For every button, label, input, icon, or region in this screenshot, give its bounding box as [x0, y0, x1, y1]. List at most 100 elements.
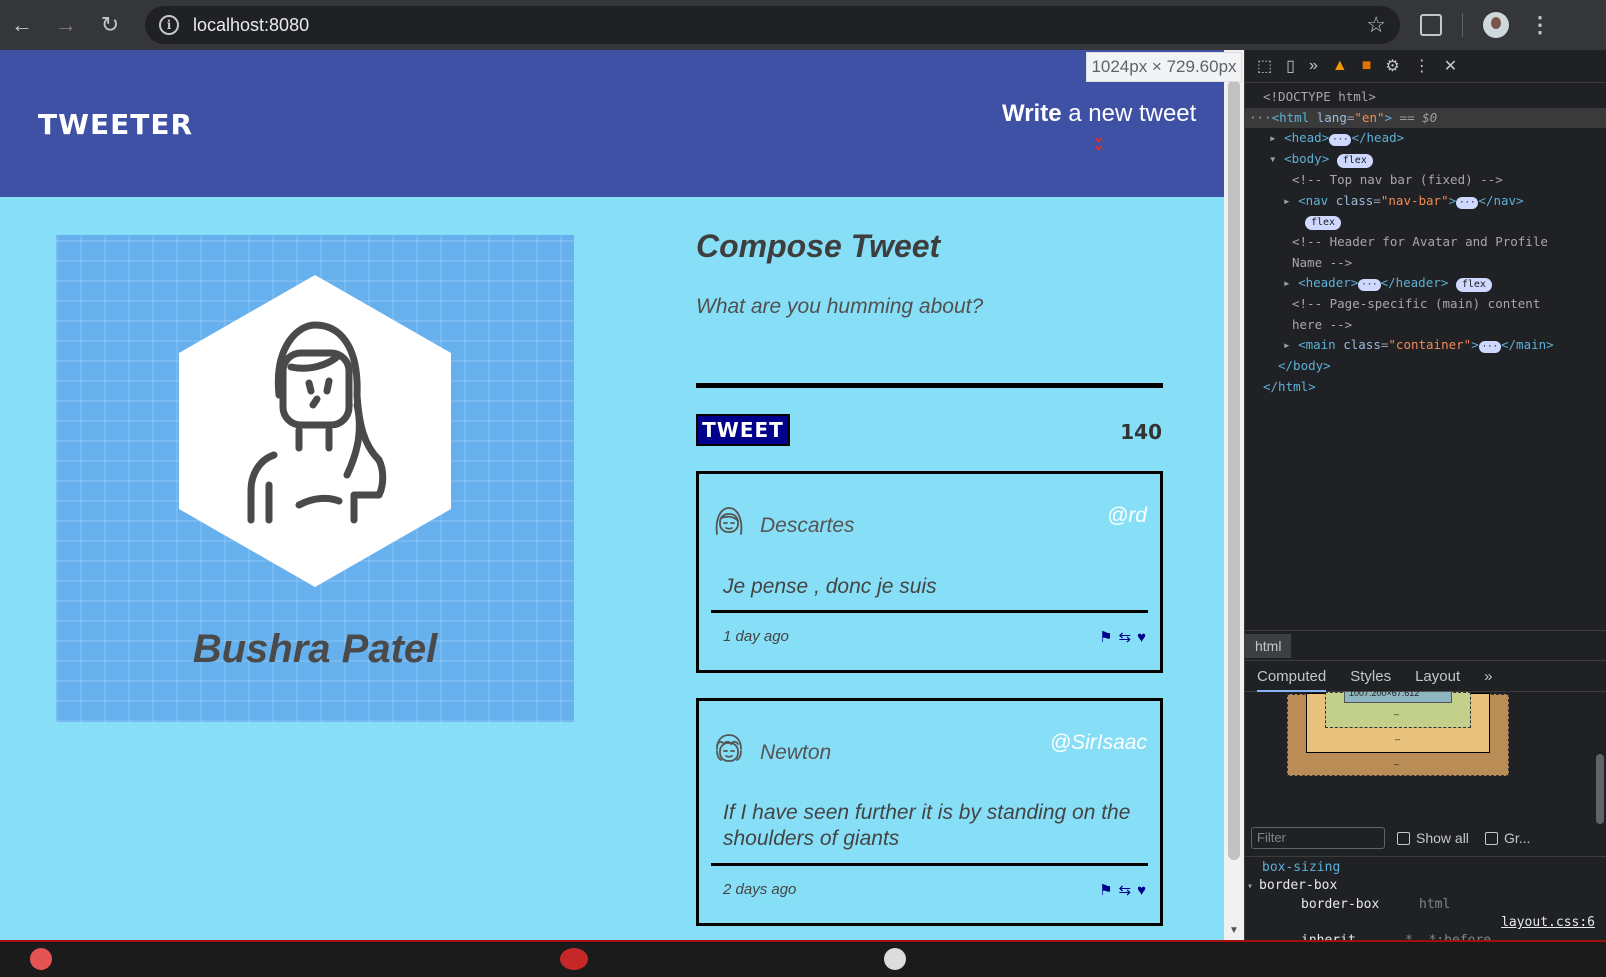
- scrollbar-thumb[interactable]: [1228, 80, 1240, 860]
- tree-line[interactable]: ▸ <header> ··· </header> flex: [1245, 273, 1606, 294]
- address-bar[interactable]: i localhost:8080 ☆: [145, 6, 1400, 44]
- source-link[interactable]: layout.css:6: [1245, 914, 1606, 932]
- checkbox-box[interactable]: [1397, 831, 1410, 845]
- box-model-padding: 1007.200×67.612 –: [1325, 688, 1471, 728]
- tree-line[interactable]: </body>: [1245, 356, 1606, 377]
- property-name[interactable]: box-sizing: [1245, 859, 1606, 877]
- tweet-card: Newton @SirIsaac If I have seen further …: [696, 698, 1163, 926]
- more-tabs-icon[interactable]: »: [1309, 57, 1318, 75]
- brand-logo[interactable]: TWEETER: [38, 108, 193, 141]
- checkbox-box[interactable]: [1485, 831, 1498, 845]
- tree-line[interactable]: ▾ <body> flex: [1245, 149, 1606, 170]
- heart-icon[interactable]: ♥: [1137, 629, 1146, 646]
- arrow-right-icon[interactable]: →: [44, 3, 88, 47]
- tweet-timestamp: 1 day ago: [723, 628, 789, 645]
- retweet-icon[interactable]: ⇆: [1119, 881, 1132, 899]
- page-scrollbar[interactable]: ▼: [1224, 50, 1244, 940]
- elements-tree: <!DOCTYPE html> ···<html lang="en"> == $…: [1245, 83, 1606, 398]
- retweet-icon[interactable]: ⇆: [1119, 628, 1132, 646]
- tree-line[interactable]: flex: [1245, 211, 1606, 232]
- show-all-checkbox[interactable]: Show all: [1397, 830, 1469, 846]
- property-detail: border-box html: [1245, 896, 1606, 914]
- tweet-text: If I have seen further it is by standing…: [723, 801, 1131, 850]
- tree-line[interactable]: ▸ <main class="container"> ··· </main>: [1245, 335, 1606, 356]
- filter-input[interactable]: Filter: [1251, 827, 1385, 849]
- tweet-card: Descartes @rd Je pense , donc je suis 1 …: [696, 471, 1163, 673]
- site-info-icon[interactable]: i: [159, 15, 179, 35]
- settings-icon[interactable]: ⚙: [1385, 56, 1399, 76]
- tweet-author-name: Descartes: [760, 514, 855, 537]
- breadcrumb: html: [1245, 630, 1606, 660]
- profile-avatar-icon[interactable]: [1483, 12, 1509, 38]
- more-tabs-icon[interactable]: »: [1484, 668, 1492, 685]
- group-label: Gr...: [1504, 830, 1531, 846]
- tree-line[interactable]: <!-- Top nav bar (fixed) -->: [1245, 170, 1606, 191]
- write-bold: Write: [1002, 100, 1062, 127]
- address-url[interactable]: localhost:8080: [193, 15, 309, 36]
- taskbar-app-icon[interactable]: [30, 948, 52, 970]
- tree-line[interactable]: ▸ <nav class="nav-bar"> ··· </nav>: [1245, 191, 1606, 212]
- close-icon[interactable]: ✕: [1444, 56, 1457, 76]
- box-model-size: 1007.200×67.612: [1349, 688, 1420, 698]
- tweet-actions: ⚑ ⇆ ♥: [1099, 628, 1146, 647]
- tweet-actions: ⚑ ⇆ ♥: [1099, 881, 1146, 900]
- divider: [1462, 13, 1463, 37]
- tweet-divider: [711, 863, 1148, 866]
- box-model-value: –: [1395, 734, 1401, 744]
- group-checkbox[interactable]: Gr...: [1485, 830, 1530, 846]
- user-face-icon: [716, 734, 742, 762]
- tweet-divider: [711, 610, 1148, 613]
- tab-styles[interactable]: Styles: [1350, 668, 1391, 685]
- devtools-toolbar: ⬚ ▯ » ▲ ■ ⚙ ⋮ ✕: [1245, 50, 1606, 83]
- tweet-author-handle: @rd: [1107, 504, 1147, 527]
- breadcrumb-html[interactable]: html: [1245, 633, 1292, 658]
- tree-line[interactable]: ▸ <head> ··· </head>: [1245, 128, 1606, 149]
- star-icon[interactable]: ☆: [1366, 12, 1386, 38]
- devtools-panel: ⬚ ▯ » ▲ ■ ⚙ ⋮ ✕ <!DOCTYPE html> ···<html…: [1244, 50, 1606, 948]
- browser-toolbar: ← → ↻ i localhost:8080 ☆ ⋮: [0, 0, 1606, 50]
- double-chevron-down-icon[interactable]: ⌄ ⌄: [1092, 130, 1105, 154]
- box-model-value: –: [1394, 709, 1400, 719]
- scroll-down-icon[interactable]: ▼: [1229, 925, 1239, 936]
- flag-icon[interactable]: ⚑: [1099, 628, 1112, 646]
- tab-computed[interactable]: Computed: [1257, 668, 1327, 692]
- tree-line[interactable]: </html>: [1245, 377, 1606, 398]
- flag-icon[interactable]: ⚑: [1099, 881, 1112, 899]
- computed-property: box-sizing ▾ border-box border-box html …: [1245, 856, 1606, 950]
- reload-icon[interactable]: ↻: [88, 3, 132, 47]
- box-model-border: 1007.200×67.612 – –: [1306, 688, 1490, 753]
- tree-line[interactable]: Name -->: [1245, 253, 1606, 274]
- scrollbar-thumb[interactable]: [1596, 754, 1604, 824]
- tree-line[interactable]: <!DOCTYPE html>: [1245, 87, 1606, 108]
- heart-icon[interactable]: ♥: [1137, 882, 1146, 899]
- tab-layout[interactable]: Layout: [1415, 668, 1460, 685]
- page-viewport: TWEETER Write a new tweet ⌄ ⌄ Bushra Pate…: [0, 50, 1224, 940]
- extensions-icon[interactable]: [1420, 14, 1442, 36]
- property-value-row[interactable]: ▾ border-box: [1245, 877, 1606, 896]
- compose-title: Compose Tweet: [696, 228, 941, 264]
- tweet-textarea[interactable]: What are you humming about?: [696, 295, 1162, 319]
- more-options-icon[interactable]: ⋮: [1414, 56, 1430, 76]
- box-model-content: 1007.200×67.612: [1344, 688, 1452, 703]
- user-face-icon: [715, 507, 743, 535]
- taskbar: [0, 940, 1606, 977]
- menu-icon[interactable]: ⋮: [1529, 12, 1551, 38]
- profile-name: Bushra Patel: [192, 627, 438, 671]
- device-toggle-icon[interactable]: ▯: [1286, 56, 1295, 76]
- arrow-left-icon[interactable]: ←: [0, 3, 44, 47]
- tweet-button[interactable]: TWEET: [696, 414, 790, 446]
- tree-line[interactable]: <!-- Page-specific (main) content: [1245, 294, 1606, 315]
- tweet-author-name: Newton: [760, 741, 832, 764]
- write-new-tweet-link[interactable]: Write a new tweet: [1002, 100, 1196, 128]
- viewport-size-badge: 1024px × 729.60px: [1086, 52, 1242, 82]
- taskbar-app-icon[interactable]: [560, 948, 588, 970]
- warning-icon[interactable]: ▲: [1332, 57, 1348, 75]
- inspect-element-icon[interactable]: ⬚: [1257, 56, 1272, 76]
- taskbar-app-icon[interactable]: [884, 948, 906, 970]
- issues-icon[interactable]: ■: [1362, 57, 1372, 75]
- tree-line[interactable]: here -->: [1245, 315, 1606, 336]
- tree-line-selected[interactable]: ···<html lang="en"> == $0: [1245, 107, 1606, 129]
- tree-line[interactable]: <!-- Header for Avatar and Profile: [1245, 232, 1606, 253]
- property-value: border-box: [1259, 878, 1338, 893]
- compose-underline: [696, 383, 1163, 388]
